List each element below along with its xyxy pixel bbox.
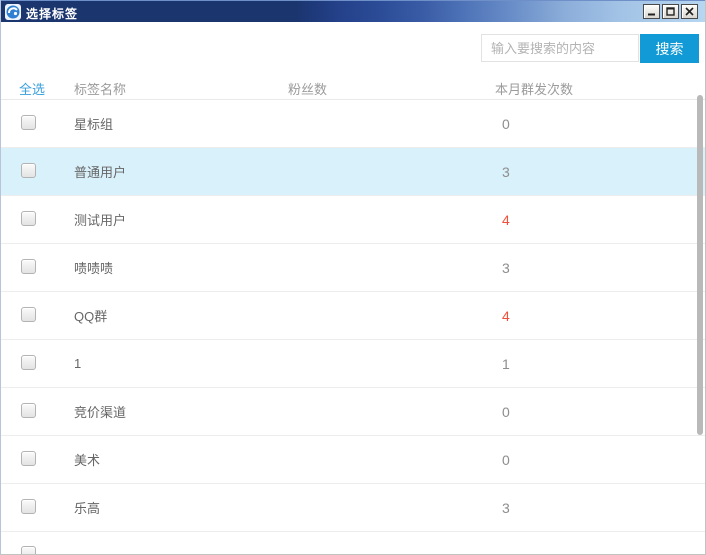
column-header-name: 标签名称 (74, 82, 127, 97)
row-checkbox[interactable] (21, 450, 36, 466)
select-tag-dialog: 选择标签 搜索 全选 标签名称 粉丝数 本月群发次数 星标组 0 (0, 0, 706, 555)
row-count: 0 (502, 115, 510, 132)
row-count: 3 (502, 259, 510, 276)
table-row[interactable]: 1 1 (1, 340, 705, 388)
table-row[interactable]: 普通用户 3 (1, 148, 705, 196)
column-header-fans: 粉丝数 (288, 82, 328, 97)
row-checkbox[interactable] (21, 354, 36, 370)
row-checkbox[interactable] (21, 546, 36, 554)
search-input[interactable] (481, 34, 639, 62)
row-label: QQ群 (74, 309, 108, 324)
row-label: 竞价渠道 (74, 405, 127, 420)
row-count: 0 (502, 451, 510, 468)
close-icon (685, 7, 694, 16)
row-label: 星标组 (74, 117, 114, 132)
scrollbar (696, 78, 703, 548)
table-row[interactable]: 竞价渠道 0 (1, 388, 705, 436)
row-count: 0 (502, 403, 510, 420)
table-row[interactable]: 乐高 3 (1, 484, 705, 532)
titlebar: 选择标签 (1, 0, 705, 22)
select-all-label[interactable]: 全选 (1, 79, 74, 98)
minimize-icon (648, 13, 655, 16)
row-checkbox[interactable] (21, 210, 36, 226)
search-area: 搜索 (1, 22, 705, 78)
row-count: 4 (502, 211, 510, 228)
table-body: 星标组 0 普通用户 3 测试用户 4 啧啧啧 3 QQ群 4 1 1 竞价渠道… (1, 100, 705, 554)
row-checkbox[interactable] (21, 258, 36, 274)
row-checkbox[interactable] (21, 114, 36, 130)
row-checkbox[interactable] (21, 498, 36, 514)
table-row[interactable]: 啧啧啧 3 (1, 244, 705, 292)
row-count: 1 (502, 355, 510, 372)
row-checkbox[interactable] (21, 402, 36, 418)
table-row-partial[interactable] (1, 532, 705, 554)
column-header-monthly: 本月群发次数 (495, 82, 574, 97)
row-label: 普通用户 (74, 165, 127, 180)
row-label: 美术 (74, 453, 101, 468)
maximize-icon (666, 7, 675, 16)
search-button[interactable]: 搜索 (640, 34, 699, 63)
table-header: 全选 标签名称 粉丝数 本月群发次数 (1, 78, 705, 100)
row-count: 3 (502, 163, 510, 180)
row-checkbox[interactable] (21, 306, 36, 322)
row-label: 乐高 (74, 501, 101, 516)
table-row[interactable]: 美术 0 (1, 436, 705, 484)
scrollbar-thumb[interactable] (697, 95, 703, 435)
maximize-button[interactable] (662, 4, 679, 19)
table-row[interactable]: 测试用户 4 (1, 196, 705, 244)
minimize-button[interactable] (643, 4, 660, 19)
row-checkbox[interactable] (21, 162, 36, 178)
app-logo-icon (5, 4, 21, 20)
row-label: 1 (74, 356, 82, 371)
table-row[interactable]: QQ群 4 (1, 292, 705, 340)
table-row[interactable]: 星标组 0 (1, 100, 705, 148)
close-button[interactable] (681, 4, 698, 19)
row-label: 测试用户 (74, 213, 127, 228)
row-count: 3 (502, 499, 510, 516)
row-label: 啧啧啧 (74, 261, 114, 276)
row-count: 4 (502, 307, 510, 324)
window-title: 选择标签 (26, 7, 79, 21)
